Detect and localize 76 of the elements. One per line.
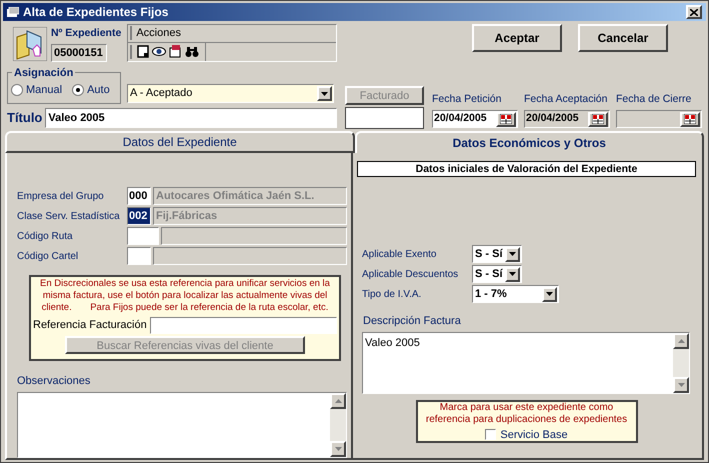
caret-icon	[509, 252, 516, 256]
expediente-field: 05000151	[50, 44, 107, 62]
dropdown-button[interactable]	[317, 86, 332, 101]
code-field[interactable]: 002	[127, 207, 151, 225]
field-label: Código Cartel	[17, 250, 80, 264]
code-field[interactable]: 000	[127, 187, 151, 205]
descripcion-label: Descripción Factura	[363, 314, 462, 329]
up-arrow-icon	[678, 338, 684, 342]
eye-icon[interactable]	[152, 45, 166, 58]
binoculars-icon[interactable]	[185, 45, 200, 58]
observaciones-field[interactable]	[17, 392, 347, 458]
radio-button[interactable]	[11, 84, 23, 96]
actions-menu[interactable]: Acciones	[136, 25, 181, 42]
name-field: Autocares Ofimática Jaén S.L.	[153, 187, 347, 205]
caret-icon	[509, 272, 516, 276]
dropdown-button[interactable]	[505, 246, 520, 262]
close-button[interactable]	[686, 5, 702, 19]
referencia-label: Referencia Facturación	[33, 318, 147, 334]
titulo-label: Título	[7, 109, 42, 128]
expediente-label: Nº Expediente	[50, 26, 122, 41]
scroll-up-button[interactable]	[330, 392, 346, 408]
code-field[interactable]	[127, 247, 151, 265]
field-label: Código Ruta	[17, 230, 74, 244]
date-label: Fecha Petición	[432, 92, 502, 108]
radio-option[interactable]: Manual	[11, 82, 62, 98]
window-icon	[7, 6, 19, 18]
referencia-field[interactable]	[150, 317, 337, 334]
dropdown-button[interactable]	[542, 286, 557, 302]
down-arrow-icon	[678, 382, 684, 386]
dialog-button[interactable]: Aceptar	[472, 24, 562, 52]
scroll-down-button[interactable]	[673, 376, 689, 392]
servicio-base-note: Marca para usar este expediente como referencia para duplicaciones de expedientes	[424, 402, 628, 426]
close-icon	[690, 8, 698, 16]
page-icon[interactable]	[137, 45, 150, 58]
checkbox[interactable]	[485, 429, 496, 440]
select-label: Tipo de I.V.A.	[362, 288, 422, 302]
select-label: Aplicable Descuentos	[362, 268, 460, 282]
date-field[interactable]: 20/04/2005	[432, 110, 518, 128]
window-title: Alta de Expedientes Fijos	[23, 4, 168, 21]
descripcion-field[interactable]: Valeo 2005	[362, 332, 690, 394]
date-label: Fecha Aceptación	[524, 92, 608, 108]
tab[interactable]: Datos del Expediente	[5, 131, 354, 153]
select-label: Aplicable Exento	[362, 248, 438, 262]
down-arrow-icon	[334, 446, 342, 450]
field-label: Clase Serv. Estadística	[17, 210, 121, 224]
select-field[interactable]: 1 - 7%	[472, 285, 559, 303]
select-field[interactable]: S - Sí	[472, 245, 522, 263]
select-field[interactable]: S - Sí	[472, 265, 522, 283]
code-field[interactable]	[127, 227, 159, 245]
valoracion-heading: Datos iniciales de Valoración del Expediente	[357, 161, 696, 177]
document-stamp-icon[interactable]	[169, 45, 182, 58]
asignacion-label: Asignación	[12, 65, 76, 82]
name-field: Fij.Fábricas	[153, 207, 347, 225]
caret-icon	[321, 92, 328, 96]
date-label: Fecha de Cierre	[616, 92, 692, 108]
observaciones-label: Observaciones	[17, 374, 92, 389]
dropdown-button[interactable]	[505, 266, 520, 282]
scroll-down-button[interactable]	[330, 440, 346, 456]
text-field[interactable]	[345, 107, 424, 129]
tab[interactable]: Datos Económicos y Otros	[354, 131, 704, 153]
field-label: Empresa del Grupo	[17, 190, 105, 204]
calendar-button[interactable]	[496, 112, 516, 126]
calendar-icon	[684, 114, 696, 124]
caret-icon	[546, 292, 553, 296]
dialog-button[interactable]: Cancelar	[578, 24, 668, 52]
up-arrow-icon	[334, 398, 342, 402]
radio-button[interactable]	[72, 84, 84, 96]
titulo-field[interactable]: Valeo 2005	[45, 108, 337, 128]
folder-document-icon	[13, 27, 47, 61]
scroll-up-button[interactable]	[673, 332, 689, 348]
calendar-icon	[592, 114, 604, 124]
referencia-note: En Discrecionales se usa esta referencia para unificar servicios en la misma factura, use el botón para localizar las actualmente vivas del cliente. Para Fijos puede ser la referencia de la ruta escolar, etc.	[39, 278, 331, 314]
servicio-base-checkbox[interactable]: Servicio Base	[485, 426, 568, 443]
calendar-icon	[500, 114, 512, 124]
estado-dropdown[interactable]: A - Aceptado	[127, 84, 334, 103]
radio-option[interactable]: Auto	[72, 82, 110, 98]
